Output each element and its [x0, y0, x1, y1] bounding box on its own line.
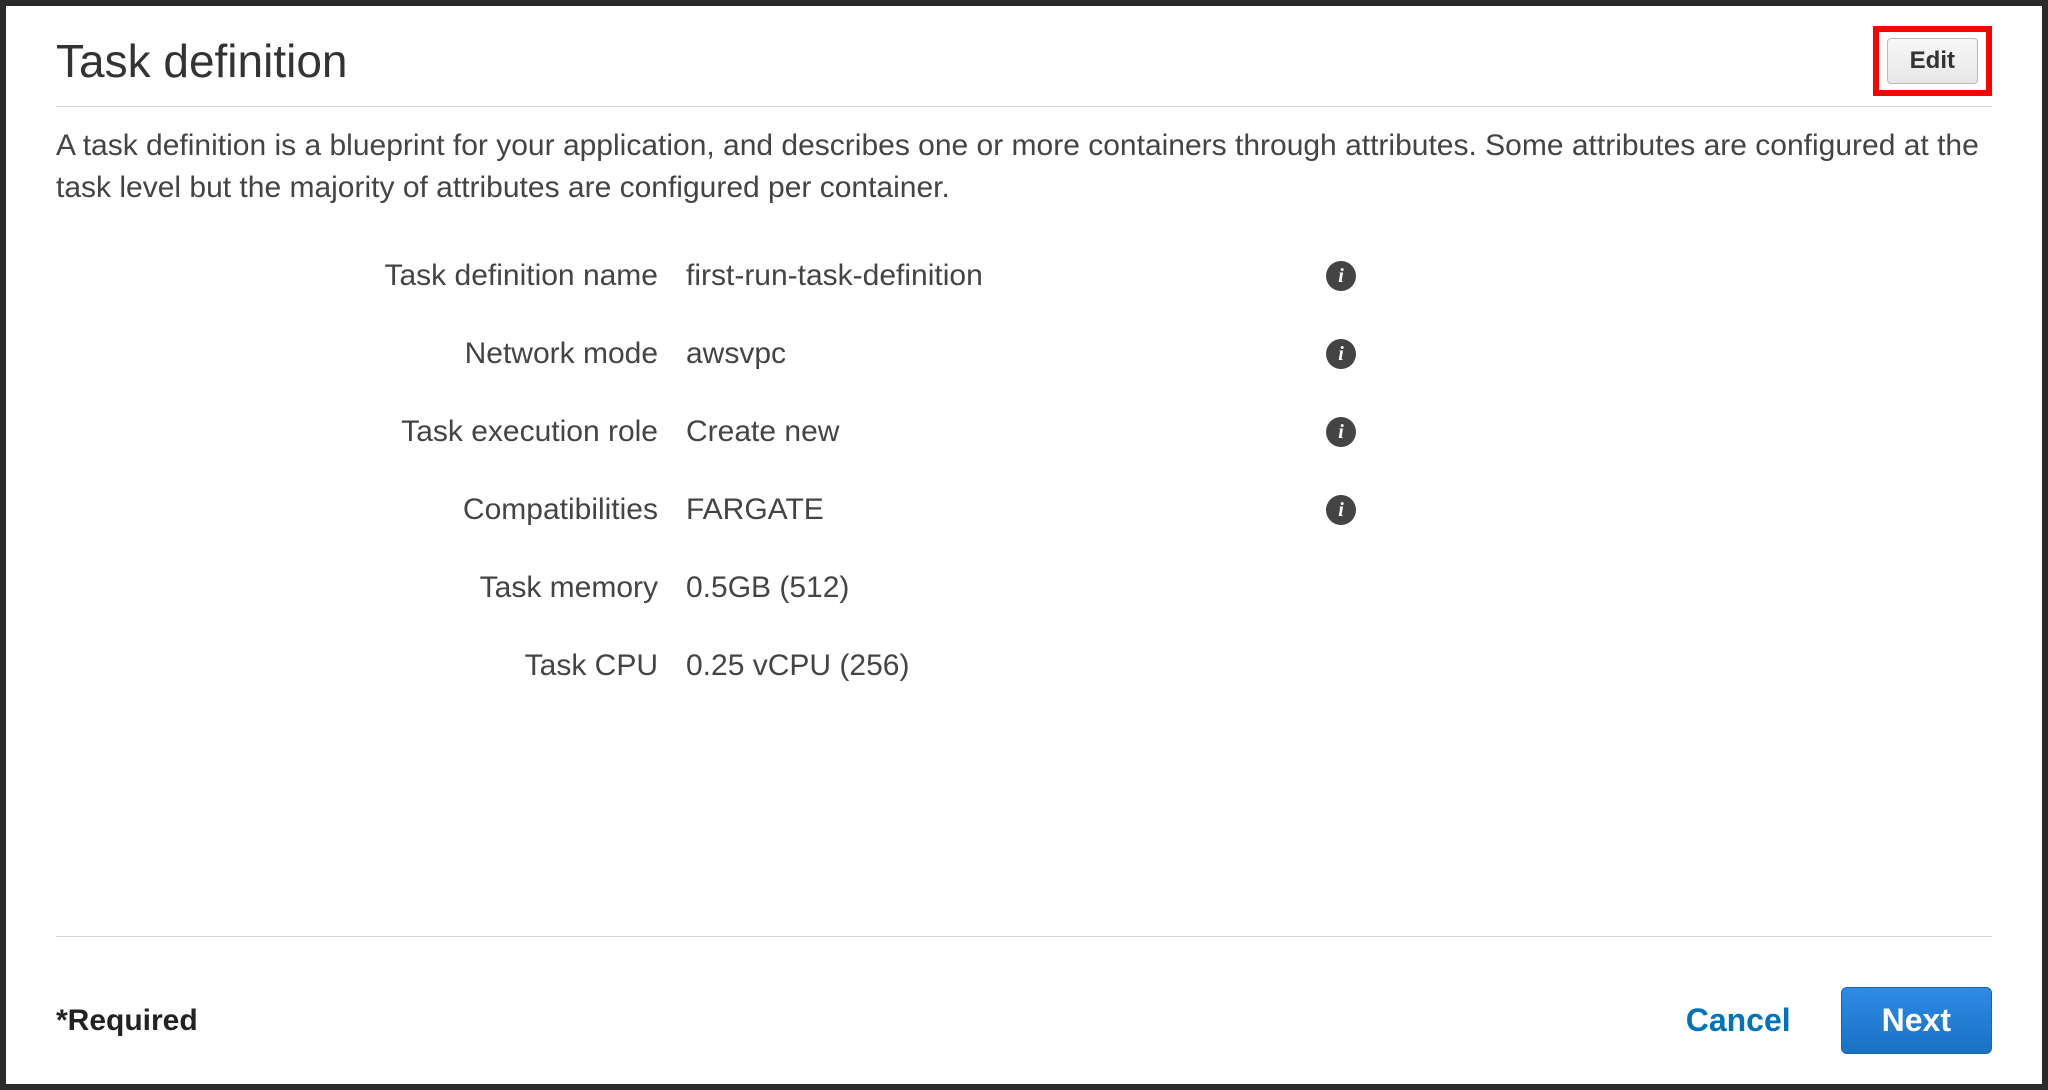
- field-label: Network mode: [56, 337, 686, 371]
- field-value: FARGATE: [686, 493, 1326, 527]
- field-value: 0.25 vCPU (256): [686, 649, 1326, 683]
- info-icon[interactable]: i: [1326, 339, 1356, 369]
- field-network-mode: Network mode awsvpc i: [56, 337, 1992, 371]
- info-icon[interactable]: i: [1326, 261, 1356, 291]
- panel-description: A task definition is a blueprint for you…: [56, 125, 1992, 209]
- divider: [56, 936, 1992, 937]
- field-compatibilities: Compatibilities FARGATE i: [56, 493, 1992, 527]
- field-task-cpu: Task CPU 0.25 vCPU (256): [56, 649, 1992, 683]
- field-label: Task definition name: [56, 259, 686, 293]
- field-label: Compatibilities: [56, 493, 686, 527]
- field-value: Create new: [686, 415, 1326, 449]
- page-title: Task definition: [56, 34, 348, 88]
- footer-actions: Cancel Next: [1686, 987, 1992, 1054]
- edit-highlight-box: Edit: [1873, 26, 1992, 96]
- info-icon[interactable]: i: [1326, 417, 1356, 447]
- required-note: *Required: [56, 1004, 198, 1038]
- field-value: 0.5GB (512): [686, 571, 1326, 605]
- panel-header: Task definition Edit: [56, 26, 1992, 107]
- field-task-memory: Task memory 0.5GB (512): [56, 571, 1992, 605]
- field-task-definition-name: Task definition name first-run-task-defi…: [56, 259, 1992, 293]
- next-button[interactable]: Next: [1841, 987, 1992, 1054]
- field-label: Task execution role: [56, 415, 686, 449]
- cancel-button[interactable]: Cancel: [1686, 1002, 1791, 1039]
- field-label: Task CPU: [56, 649, 686, 683]
- field-list: Task definition name first-run-task-defi…: [56, 259, 1992, 683]
- field-value: awsvpc: [686, 337, 1326, 371]
- field-label: Task memory: [56, 571, 686, 605]
- info-icon[interactable]: i: [1326, 495, 1356, 525]
- field-value: first-run-task-definition: [686, 259, 1326, 293]
- field-task-execution-role: Task execution role Create new i: [56, 415, 1992, 449]
- panel-footer: *Required Cancel Next: [56, 987, 1992, 1054]
- edit-button[interactable]: Edit: [1887, 38, 1978, 84]
